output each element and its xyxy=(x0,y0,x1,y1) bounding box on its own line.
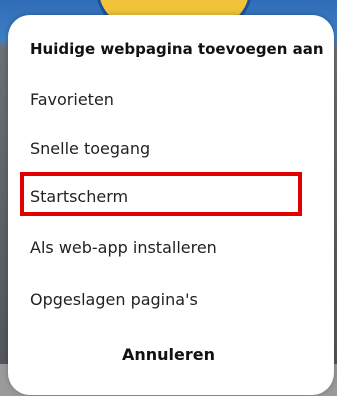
menu-item-quick-access[interactable]: Snelle toegang xyxy=(30,139,150,159)
menu-item-saved-pages[interactable]: Opgeslagen pagina's xyxy=(30,290,198,310)
menu-item-favorites[interactable]: Favorieten xyxy=(30,90,114,110)
menu-item-install-web-app[interactable]: Als web-app installeren xyxy=(30,238,217,258)
highlight-box xyxy=(20,172,302,216)
dialog-title: Huidige webpagina toevoegen aan xyxy=(30,40,324,58)
cancel-button[interactable]: Annuleren xyxy=(0,345,337,364)
